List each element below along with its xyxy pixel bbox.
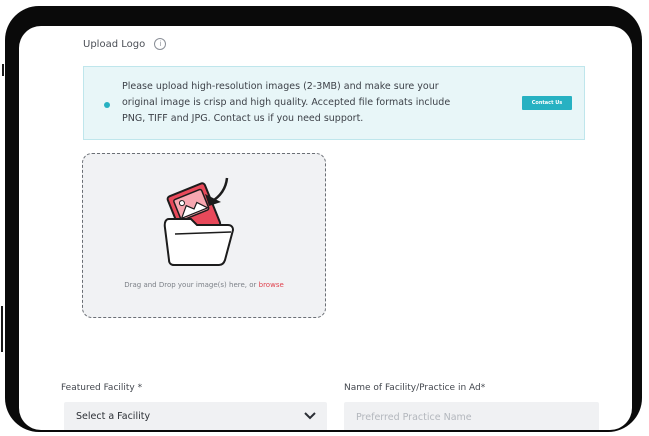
dropzone-instructions: Drag and Drop your image(s) here, or <box>124 281 257 289</box>
featured-facility-label: Featured Facility * <box>61 383 143 393</box>
info-icon[interactable]: i <box>154 38 167 50</box>
notice-line-1: Please upload high-resolution images (2-… <box>122 81 439 92</box>
notice-dot-icon <box>104 102 110 108</box>
upload-logo-label: Upload Logo i <box>83 38 167 50</box>
upload-notice: Please upload high-resolution images (2-… <box>83 66 585 140</box>
tablet-bezel: Upload Logo i Please upload high-resolut… <box>5 6 642 432</box>
notice-line-2: original image is crisp and high quality… <box>122 97 451 108</box>
chevron-down-icon <box>304 412 316 420</box>
side-mark-top <box>2 64 4 76</box>
facility-name-input[interactable] <box>344 402 599 430</box>
tablet-screen: Upload Logo i Please upload high-resolut… <box>19 26 632 430</box>
facility-select-value: Select a Facility <box>76 411 151 422</box>
notice-line-3: PNG, TIFF and JPG. Contact us if you nee… <box>122 113 364 124</box>
facility-select[interactable]: Select a Facility <box>64 402 327 430</box>
facility-name-label: Name of Facility/Practice in Ad* <box>344 383 486 393</box>
side-mark-bottom <box>1 306 3 352</box>
notice-text: Please upload high-resolution images (2-… <box>122 79 502 127</box>
dropzone-text: Drag and Drop your image(s) here, or bro… <box>83 281 325 289</box>
contact-us-button[interactable]: Contact Us <box>522 96 572 110</box>
upload-logo-text: Upload Logo <box>83 39 146 50</box>
browse-link[interactable]: browse <box>259 281 284 289</box>
folder-image-icon <box>163 177 235 266</box>
image-dropzone[interactable]: Drag and Drop your image(s) here, or bro… <box>82 153 326 318</box>
